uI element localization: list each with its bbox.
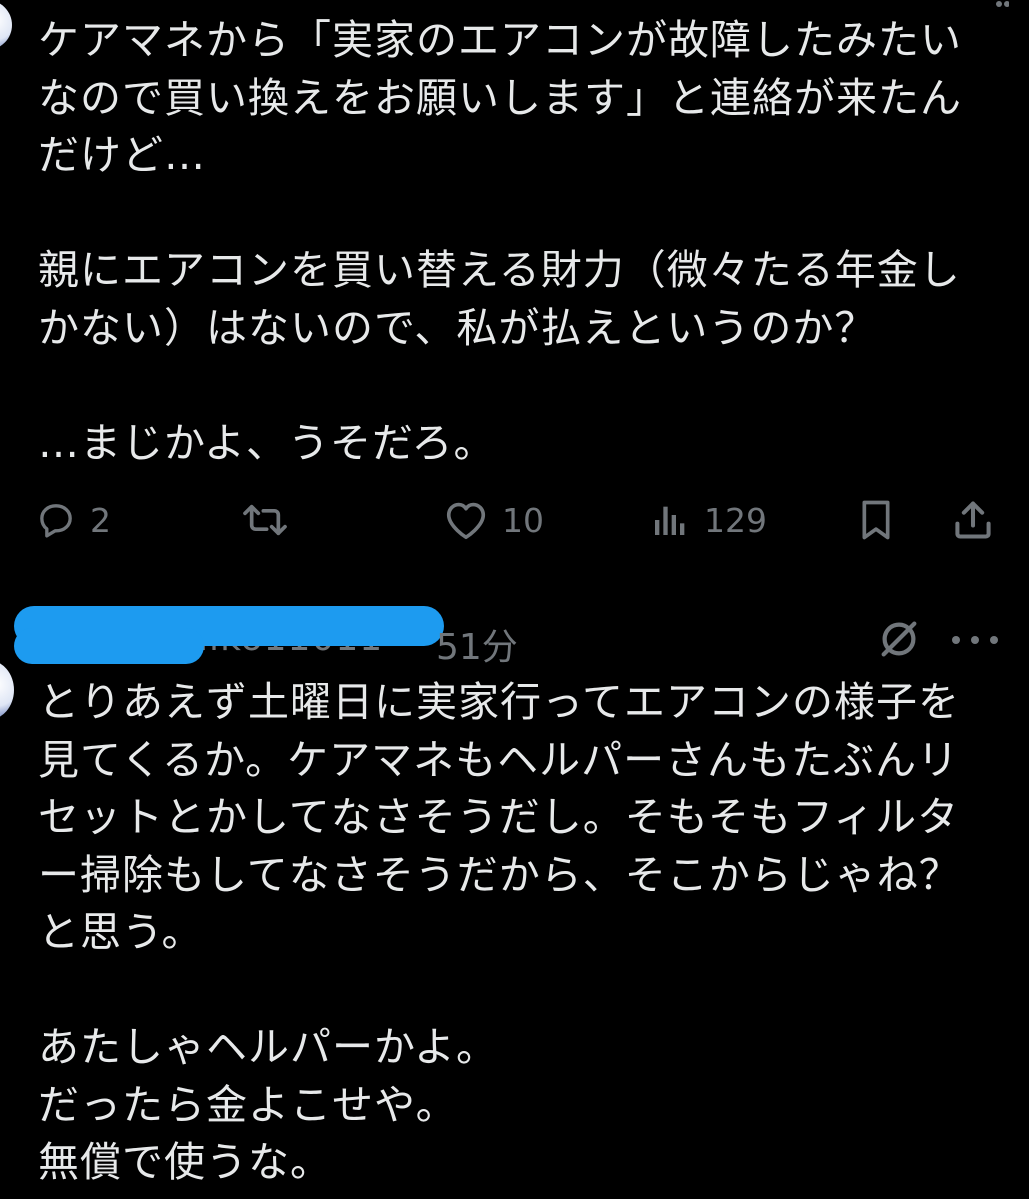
post-line: 無償で使うな。 (38, 1138, 332, 1186)
post-line: と思う。 (38, 908, 204, 956)
post-header: aiko11011 51分 (0, 606, 1029, 670)
reply-icon (40, 504, 72, 538)
post-line: とりあえず土曜日に実家行ってエアコンの様子を (38, 678, 960, 726)
post-line: なので買い換えをお願いします」と連絡が来たん (38, 73, 962, 122)
retweet-icon (243, 504, 287, 536)
share-icon (955, 501, 991, 539)
retweet-button[interactable] (240, 490, 304, 550)
post-line: 見てくるか。ケアマネもヘルパーさんもたぶんリ (38, 735, 960, 784)
post-text: ケアマネから「実家のエアコンが故障したみたい なので買い換えをお願いします」と連… (38, 12, 998, 472)
share-button[interactable] (951, 490, 995, 550)
reply-count: 2 (90, 500, 111, 540)
views-icon (655, 506, 685, 535)
post-line: ケアマネから「実家のエアコンが故障したみたい (38, 16, 962, 64)
post-line: …まじかよ、うそだろ。 (38, 418, 496, 467)
more-icon-partial (996, 1, 1009, 7)
more-icon[interactable] (952, 620, 998, 660)
post-line: セットとかしてなさそうだし。そもそもフィルタ (38, 793, 960, 841)
post-line: ー掃除もしてなさそうだから、そこからじゃね？ (38, 850, 961, 899)
heart-icon (446, 502, 486, 540)
post-line: かない）はないので、私が払えというのか？ (38, 303, 877, 352)
bookmark-icon (862, 500, 890, 540)
avatar[interactable] (0, 0, 12, 50)
post-text: とりあえず土曜日に実家行ってエアコンの様子を 見てくるか。ケアマネもヘルパーさん… (38, 674, 998, 1192)
views-count: 129 (704, 500, 767, 540)
post-time[interactable]: 51分 (436, 618, 518, 670)
like-count: 10 (502, 500, 544, 540)
reply-button[interactable]: 2 (36, 490, 111, 550)
post-line: だったら金よこせや。 (38, 1080, 458, 1129)
post-line: あたしゃヘルパーかよ。 (38, 1023, 498, 1071)
post-line: だけど… (38, 131, 206, 179)
like-button[interactable]: 10 (444, 490, 544, 550)
redaction-mark (14, 628, 204, 664)
post-line: 親にエアコンを買い替える財力（微々たる年金し (38, 246, 961, 294)
bookmark-button[interactable] (856, 490, 896, 550)
views-button[interactable]: 129 (650, 490, 767, 550)
grok-icon[interactable] (876, 616, 922, 662)
post-actions: 2 10 129 (36, 490, 996, 550)
